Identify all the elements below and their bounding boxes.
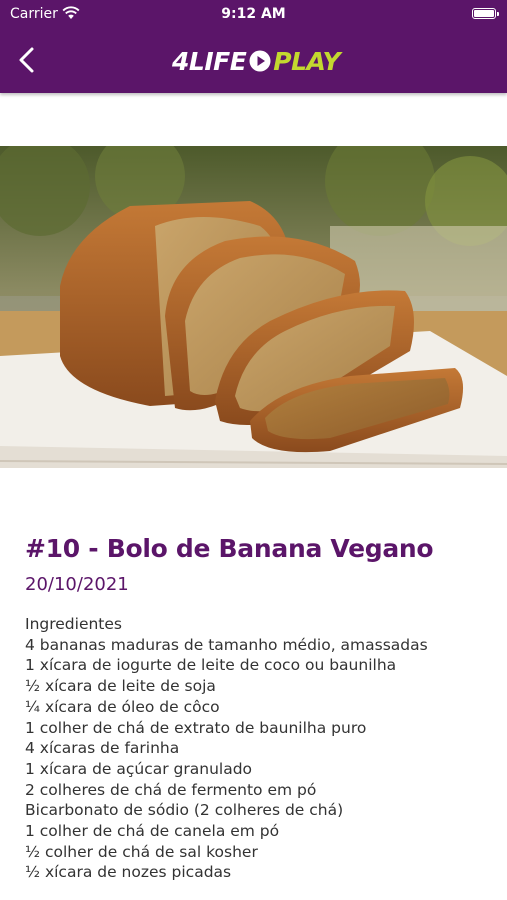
ingredient-item: 4 bananas maduras de tamanho médio, amas…: [25, 635, 428, 654]
ingredient-item: 1 colher de chá de extrato de baunilha p…: [25, 718, 367, 737]
app-header: Carrier 9:12 AM 4LIFE PLAY: [0, 0, 507, 93]
logo-text-play: PLAY: [273, 46, 341, 76]
status-time: 9:12 AM: [221, 6, 286, 22]
ingredient-item: 2 colheres de chá de fermento em pó: [25, 780, 317, 799]
logo-text-4life: 4LIFE: [172, 46, 247, 76]
ingredient-item: Bicarbonato de sódio (2 colheres de chá): [25, 801, 344, 820]
status-bar: Carrier 9:12 AM: [0, 0, 507, 30]
recipe-image: [0, 146, 507, 468]
ingredients-section: Ingredientes 4 bananas maduras de tamanh…: [25, 614, 495, 883]
recipe-date: 20/10/2021: [25, 574, 129, 595]
back-button[interactable]: [12, 42, 46, 78]
ingredients-heading: Ingredientes: [25, 615, 122, 633]
ingredient-item: 1 xícara de iogurte de leite de coco ou …: [25, 656, 397, 675]
ingredient-item: 4 xícaras de farinha: [25, 739, 180, 758]
ingredient-item: ½ xícara de nozes picadas: [25, 863, 232, 882]
chevron-left-icon: [19, 47, 34, 73]
ingredient-item: 1 colher de chá de canela em pó: [25, 822, 280, 841]
ingredient-item: ½ colher de chá de sal kosher: [25, 842, 258, 861]
app-logo: 4LIFE PLAY: [172, 44, 341, 78]
ingredient-item: 1 xícara de açúcar granulado: [25, 759, 253, 778]
recipe-title: #10 - Bolo de Banana Vegano: [25, 534, 434, 563]
nav-bar: 4LIFE PLAY: [0, 30, 507, 93]
battery-icon: [472, 8, 499, 19]
play-circle-icon: [249, 50, 271, 72]
ingredient-item: ¼ xícara de óleo de côco: [25, 697, 220, 716]
ingredient-item: ½ xícara de leite de soja: [25, 677, 216, 696]
